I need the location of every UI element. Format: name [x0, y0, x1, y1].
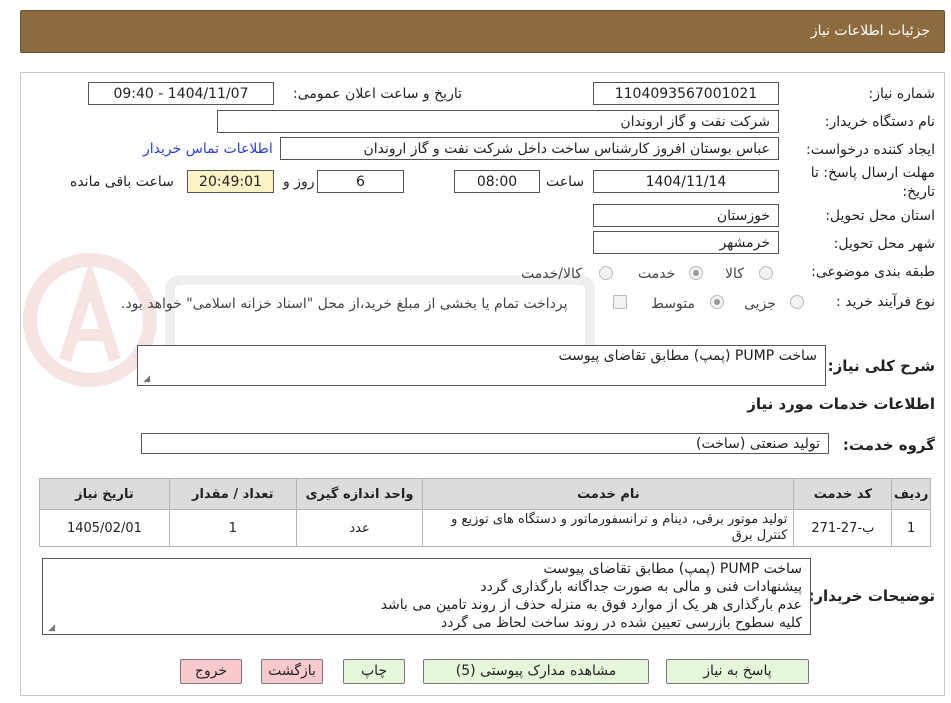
- category-radio-goods-service[interactable]: [599, 266, 613, 280]
- buyer-notes-label: توضیحات خریدار:: [808, 587, 935, 605]
- category-radio-goods[interactable]: [759, 266, 773, 280]
- cell-unit: عدد: [295, 509, 424, 547]
- announce-datetime-label: تاریخ و ساعت اعلان عمومی:: [293, 86, 462, 102]
- city-field: خرمشهر: [593, 231, 779, 254]
- buyer-notes-line: پیشنهادات فنی و مالی به صورت جداگانه بار…: [480, 579, 802, 595]
- cell-row-number: 1: [891, 509, 931, 547]
- category-option-goods-service: کالا/خدمت: [521, 266, 582, 282]
- category-label: طبقه بندی موضوعی:: [811, 264, 935, 280]
- col-header-service-name: نام خدمت: [422, 478, 795, 510]
- process-radio-medium[interactable]: [710, 295, 724, 309]
- cell-quantity: 1: [168, 509, 297, 547]
- buyer-notes-line: کلیه سطوح بازرسی تعیین شده در روند ساخت …: [441, 615, 802, 631]
- deadline-time-label: ساعت: [546, 174, 585, 190]
- col-header-need-date: تاریخ نیاز: [39, 478, 170, 510]
- category-option-goods: کالا: [725, 266, 744, 282]
- page-header: جزئیات اطلاعات نیاز: [20, 10, 945, 53]
- deadline-label: مهلت ارسال پاسخ: تا: [810, 165, 935, 181]
- days-label: روز و: [283, 174, 315, 190]
- buyer-notes-line: عدم بارگذاری هر یک از موارد فوق به منزله…: [380, 597, 802, 613]
- table-header-row: ردیف کد خدمت نام خدمت واحد اندازه گیری ت…: [39, 478, 931, 510]
- col-header-unit: واحد اندازه گیری: [295, 478, 424, 510]
- reply-button[interactable]: پاسخ به نیاز: [666, 659, 809, 684]
- process-label: نوع فرآیند خرید :: [836, 294, 935, 310]
- table-row: 1 ب-27-271 تولید موتور برقی، دینام و ترا…: [39, 509, 931, 547]
- time-remaining-label: ساعت باقی مانده: [70, 174, 174, 190]
- requester-label: ایجاد کننده درخواست:: [806, 142, 935, 158]
- resize-handle-icon[interactable]: ◢: [45, 623, 55, 633]
- need-number-field: 1104093567001021: [593, 82, 779, 105]
- city-label: شهر محل تحویل:: [833, 236, 935, 252]
- page-title: جزئیات اطلاعات نیاز: [810, 23, 930, 39]
- deadline-label-date: تاریخ:: [902, 184, 935, 200]
- print-button[interactable]: چاپ: [343, 659, 405, 684]
- cell-need-date: 1405/02/01: [39, 509, 170, 547]
- requester-field: عباس بوستان افروز کارشناس ساخت داخل شرکت…: [280, 137, 779, 160]
- resize-handle-icon[interactable]: ◢: [140, 374, 150, 384]
- province-label: استان محل تحویل:: [825, 208, 935, 224]
- days-remaining-field: 6: [317, 170, 404, 193]
- treasury-checkbox[interactable]: [613, 295, 627, 309]
- summary-label: شرح کلی نیاز:: [827, 357, 935, 375]
- col-header-row-number: ردیف: [891, 478, 931, 510]
- payment-note: پرداخت تمام یا بخشی از مبلغ خرید،از محل …: [121, 296, 568, 312]
- announce-datetime-field: 1404/11/07 - 09:40: [88, 82, 274, 105]
- buyer-org-label: نام دستگاه خریدار:: [824, 114, 935, 130]
- need-number-label: شماره نیاز:: [868, 86, 936, 102]
- exit-button[interactable]: خروج: [180, 659, 242, 684]
- deadline-date-field: 1404/11/14: [593, 170, 779, 193]
- service-group-label: گروه خدمت:: [842, 436, 935, 454]
- service-group-field: تولید صنعتی (ساخت): [141, 433, 829, 454]
- services-table: ردیف کد خدمت نام خدمت واحد اندازه گیری ت…: [39, 478, 931, 547]
- process-option-minor: جزیی: [744, 296, 776, 312]
- time-remaining-field: 20:49:01: [187, 170, 274, 193]
- services-section-title: اطلاعات خدمات مورد نیاز: [747, 395, 935, 413]
- process-option-medium: متوسط: [651, 296, 695, 312]
- province-field: خوزستان: [593, 204, 779, 227]
- cell-service-code: ب-27-271: [793, 509, 893, 547]
- buyer-contact-link[interactable]: اطلاعات تماس خریدار: [143, 141, 273, 157]
- category-option-service: خدمت: [638, 266, 676, 282]
- process-radio-minor[interactable]: [790, 295, 804, 309]
- view-attachments-button[interactable]: مشاهده مدارک پیوستی (5): [423, 659, 649, 684]
- col-header-quantity: تعداد / مقدار: [168, 478, 297, 510]
- summary-textarea[interactable]: ساخت PUMP (پمپ) مطابق تقاضای پیوست ◢: [137, 345, 826, 386]
- buyer-notes-textarea[interactable]: ساخت PUMP (پمپ) مطابق تقاضای پیوست پیشنه…: [42, 558, 811, 635]
- category-radio-service[interactable]: [689, 266, 703, 280]
- summary-text: ساخت PUMP (پمپ) مطابق تقاضای پیوست: [558, 348, 817, 364]
- buyer-notes-line: ساخت PUMP (پمپ) مطابق تقاضای پیوست: [543, 561, 802, 577]
- buyer-org-field: شرکت نفت و گاز اروندان: [217, 110, 779, 133]
- col-header-service-code: کد خدمت: [793, 478, 893, 510]
- deadline-time-field: 08:00: [454, 170, 540, 193]
- back-button[interactable]: بازگشت: [261, 659, 323, 684]
- cell-service-name: تولید موتور برقی، دینام و ترانسفورماتور …: [422, 509, 795, 547]
